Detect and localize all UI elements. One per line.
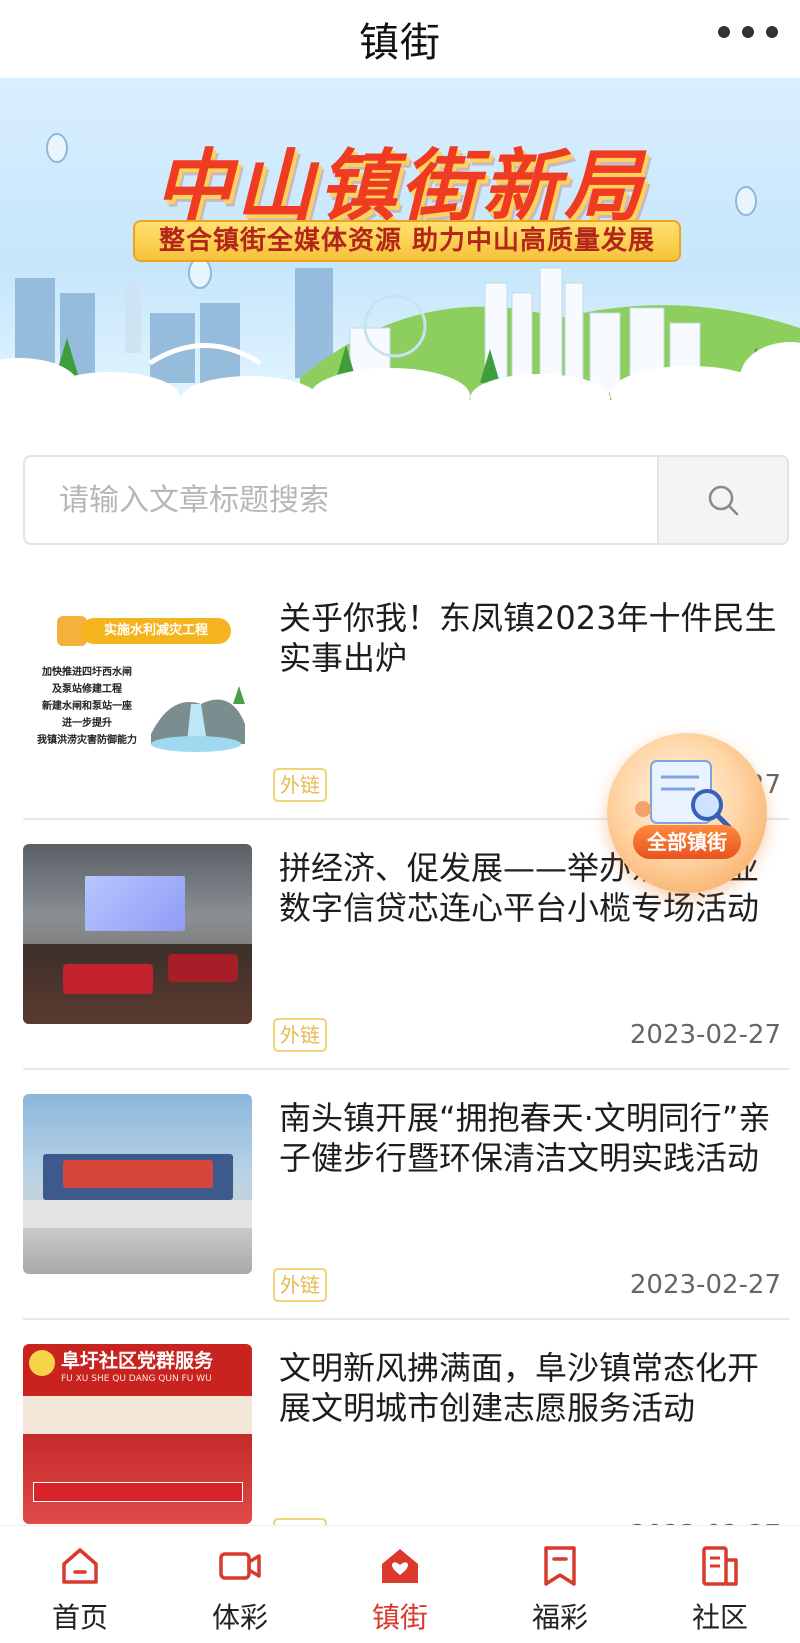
news-title: 南头镇开展“拥抱春天·文明同行”亲子健步行暨环保清洁文明实践活动 — [279, 1099, 771, 1177]
news-thumbnail: 阜圩社区党群服务 FU XU SHE QU DANG QUN FU WU — [23, 1344, 252, 1524]
document-search-icon — [635, 760, 732, 830]
thumbnail-pinyin: FU XU SHE QU DANG QUN FU WU — [61, 1374, 212, 1384]
nav-label: 福彩 — [531, 1601, 588, 1634]
thumbnail-line: 我镇洪涝灾害防御能力 — [37, 735, 137, 746]
top-bar: 镇街 — [0, 0, 800, 78]
news-item[interactable]: 阜圩社区党群服务 FU XU SHE QU DANG QUN FU WU 文明新… — [23, 1320, 789, 1525]
bottom-nav: 首页 体彩 镇街 福彩 社区 — [0, 1525, 800, 1643]
news-thumbnail — [23, 1094, 252, 1274]
nav-item-home[interactable]: 首页 — [0, 1526, 160, 1643]
search-input[interactable] — [25, 457, 657, 543]
thumbnail-badge: 实施水利减灾工程 — [81, 618, 231, 644]
thumbnail-banner-text: 阜圩社区党群服务 — [61, 1350, 214, 1372]
banner-subtitle: 整合镇街全媒体资源 助力中山高质量发展 — [133, 220, 681, 262]
news-thumbnail — [23, 844, 252, 1024]
search-icon — [708, 485, 739, 516]
nav-label: 镇街 — [371, 1601, 428, 1634]
thumbnail-line: 加快推进四圩西水闸 — [42, 667, 132, 678]
building-icon — [702, 1546, 738, 1586]
more-menu-icon[interactable] — [718, 22, 778, 42]
bookmark-icon — [544, 1546, 576, 1586]
nav-item-sports-lottery[interactable]: 体彩 — [160, 1526, 320, 1643]
nav-item-community[interactable]: 社区 — [640, 1526, 800, 1643]
banner: 中山镇街新局 整合镇街全媒体资源 助力中山高质量发展 — [0, 78, 800, 420]
nav-item-town[interactable]: 镇街 — [320, 1526, 480, 1643]
waterfall-illustration — [151, 686, 245, 752]
external-link-tag: 外链 — [273, 768, 327, 802]
thumbnail-line: 进一步提升 — [62, 718, 112, 729]
thumbnail-line: 及泵站修建工程 — [52, 684, 122, 695]
float-button-label: 全部镇街 — [633, 825, 741, 859]
external-link-tag: 外链 — [273, 1268, 327, 1302]
search-bar — [23, 455, 789, 545]
home-icon — [62, 1548, 98, 1584]
news-title: 文明新风拂满面，阜沙镇常态化开展文明城市创建志愿服务活动 — [279, 1349, 760, 1427]
video-icon — [219, 1552, 261, 1580]
page-title: 镇街 — [359, 20, 441, 66]
nav-label: 首页 — [51, 1601, 108, 1634]
nav-item-welfare-lottery[interactable]: 福彩 — [480, 1526, 640, 1643]
nav-label: 体彩 — [211, 1601, 268, 1634]
news-date: 2023-02-27 — [629, 1020, 781, 1050]
town-home-icon — [382, 1549, 418, 1583]
external-link-tag: 外链 — [273, 1018, 327, 1052]
news-thumbnail: 实施水利减灾工程 加快推进四圩西水闸 及泵站修建工程 新建水闸和泵站一座 进一步… — [23, 594, 252, 774]
news-item[interactable]: 南头镇开展“拥抱春天·文明同行”亲子健步行暨环保清洁文明实践活动 外链 2023… — [23, 1070, 789, 1320]
thumbnail-line: 新建水闸和泵站一座 — [42, 701, 132, 712]
search-button[interactable] — [657, 457, 787, 543]
all-towns-floating-button[interactable]: 全部镇街 — [607, 733, 767, 893]
nav-label: 社区 — [691, 1601, 748, 1634]
news-date: 2023-02-27 — [629, 1270, 781, 1300]
news-title: 关乎你我！东凤镇2023年十件民生实事出炉 — [279, 599, 777, 677]
news-list: 实施水利减灾工程 加快推进四圩西水闸 及泵站修建工程 新建水闸和泵站一座 进一步… — [23, 570, 789, 1525]
external-link-tag: 外链 — [273, 1518, 327, 1525]
